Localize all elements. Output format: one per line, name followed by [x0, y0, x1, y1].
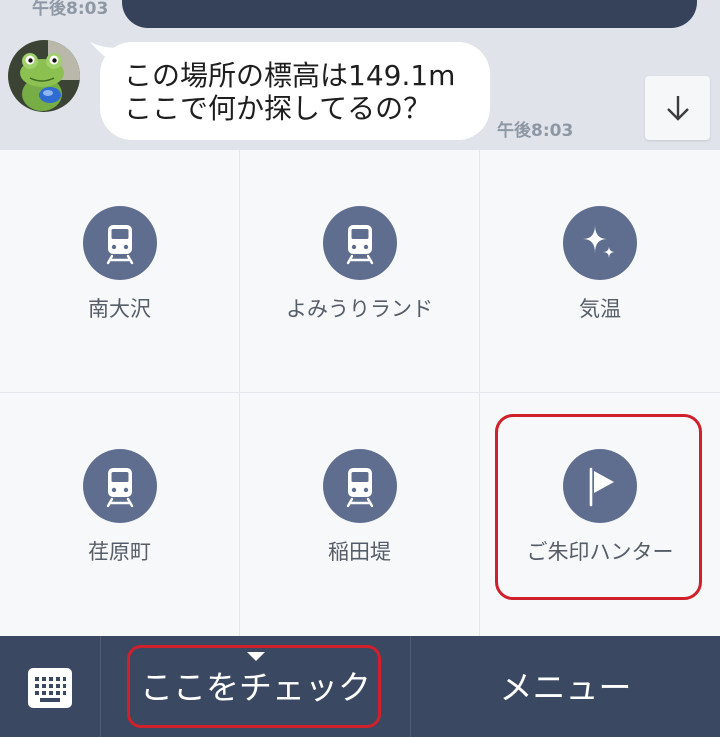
train-icon	[82, 449, 157, 523]
train-icon	[82, 206, 157, 280]
message-time: 午後8:03	[497, 121, 574, 141]
highlight-box-check	[127, 645, 381, 728]
sparkle-icon	[563, 206, 637, 280]
menu-button[interactable]: メニュー	[411, 636, 720, 737]
grid-item-label: 荏原町	[88, 540, 151, 564]
chat-area[interactable]: 午後8:03 この場所の標高は149.1m ここで何か探してるの？ 午後8:03	[0, 0, 720, 150]
grid-item-label: 気温	[579, 297, 621, 321]
highlight-box-goshuin	[495, 414, 702, 600]
grid-item-temperature[interactable]: 気温	[480, 150, 720, 393]
grid-item-label: 南大沢	[88, 297, 151, 321]
menu-label: メニュー	[499, 668, 632, 707]
grid-item-inadazutsumi[interactable]: 稲田堤	[240, 393, 480, 636]
frog-avatar-icon	[8, 40, 80, 112]
grid-item-label: 稲田堤	[328, 540, 391, 564]
message-line-1: この場所の標高は149.1m	[124, 59, 456, 92]
arrow-down-icon	[666, 96, 689, 121]
train-icon	[322, 449, 397, 523]
grid-item-label: よみうりランド	[286, 297, 433, 321]
scroll-down-button[interactable]	[645, 76, 710, 140]
avatar[interactable]	[8, 40, 80, 112]
previous-message-time: 午後8:03	[32, 0, 109, 19]
keyboard-icon	[28, 668, 72, 708]
grid-item-minami-osawa[interactable]: 南大沢	[0, 150, 240, 393]
message-line-2: ここで何か探してるの？	[124, 92, 432, 125]
previous-message-bubble	[122, 0, 697, 28]
grid-item-ebaramachi[interactable]: 荏原町	[0, 393, 240, 636]
train-icon	[322, 206, 397, 280]
grid-item-yomiuriland[interactable]: よみうりランド	[240, 150, 480, 393]
keyboard-button[interactable]	[0, 636, 101, 737]
message-bubble: この場所の標高は149.1m ここで何か探してるの？	[100, 42, 490, 140]
